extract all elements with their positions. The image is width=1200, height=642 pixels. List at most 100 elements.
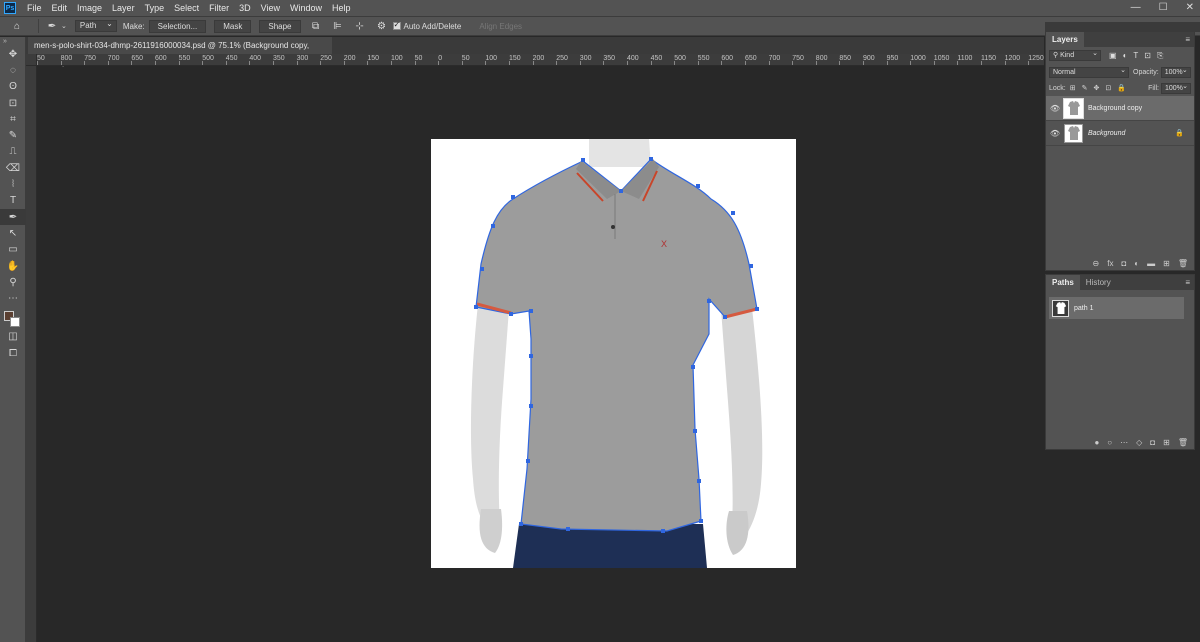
make-mask-button[interactable]: Mask — [214, 19, 252, 33]
marquee-tool-icon[interactable]: ◌ — [0, 62, 26, 78]
tab-history[interactable]: History — [1080, 275, 1117, 290]
layer-style-icon[interactable]: fx — [1107, 259, 1113, 268]
menu-file[interactable]: File — [22, 3, 47, 13]
crop-tool-icon[interactable]: ⌗ — [0, 111, 26, 127]
eraser-tool-icon[interactable]: ⌫ — [0, 160, 26, 176]
ruler-tick-label: 700 — [768, 55, 781, 62]
ruler-origin[interactable] — [26, 54, 37, 66]
path-arrangement-icon[interactable]: ⊹ — [353, 19, 367, 33]
menu-3d[interactable]: 3D — [234, 3, 256, 13]
edit-toolbar-icon[interactable]: ⋯ — [0, 290, 26, 306]
close-button[interactable]: ✕ — [1186, 0, 1194, 16]
preset-chevron-icon[interactable]: ⌄ — [61, 22, 67, 30]
ruler-tick-label: 550 — [697, 55, 710, 62]
menu-edit[interactable]: Edit — [47, 3, 73, 13]
document-canvas[interactable]: X — [431, 139, 796, 568]
eyedropper-tool-icon[interactable]: ✎ — [0, 127, 26, 143]
polo-shirt-path — [475, 158, 758, 532]
new-layer-icon[interactable]: ⊞ — [1163, 259, 1170, 268]
tab-paths[interactable]: Paths — [1046, 275, 1080, 290]
object-selection-tool-icon[interactable]: ⊡ — [0, 95, 26, 111]
mannequin-neck — [589, 139, 651, 167]
tab-layers[interactable]: Layers — [1046, 32, 1084, 47]
trash-icon[interactable]: 🗑 — [1178, 438, 1188, 447]
path-selection-tool-icon[interactable]: ↖ — [0, 225, 26, 241]
pen-tool-preset-icon[interactable]: ✒ — [45, 19, 59, 33]
zoom-tool-icon[interactable]: ⚲ — [0, 274, 26, 290]
gear-icon[interactable]: ⚙ — [375, 19, 389, 33]
add-mask-icon[interactable]: ◘ — [1150, 438, 1155, 447]
visibility-eye-icon[interactable]: 👁 — [1046, 129, 1064, 138]
ruler-tick — [815, 61, 817, 65]
maximize-button[interactable]: ☐ — [1159, 0, 1168, 16]
ruler-tick-label: 450 — [225, 55, 238, 62]
kind-filter-value: Kind — [1060, 52, 1075, 59]
opacity-input[interactable]: 100% — [1160, 66, 1191, 78]
ruler-tick-label: 600 — [155, 55, 167, 62]
new-group-icon[interactable]: ▬ — [1147, 259, 1155, 268]
screen-mode-icon[interactable]: ⧠ — [0, 345, 26, 361]
path-alignment-icon[interactable]: ⊫ — [331, 19, 345, 33]
panel-menu-icon[interactable]: ≡ — [1185, 32, 1194, 47]
collapse-toolbar-icon[interactable]: » — [0, 37, 25, 46]
vertical-ruler[interactable] — [26, 66, 37, 642]
kind-filter-select[interactable]: ⚲ Kind — [1049, 49, 1101, 61]
ruler-tick — [414, 61, 416, 65]
rectangle-tool-icon[interactable]: ▭ — [0, 242, 26, 258]
smart-object-filter-icon[interactable]: ⎘ — [1157, 51, 1163, 61]
ruler-tick — [225, 61, 227, 65]
canvas-area[interactable]: X — [37, 67, 1044, 642]
background-color-swatch[interactable] — [10, 316, 20, 327]
type-filter-icon[interactable]: T — [1133, 51, 1138, 61]
ruler-tick — [792, 61, 794, 65]
ruler-tick — [532, 61, 534, 65]
ruler-tick — [155, 61, 156, 65]
load-selection-icon[interactable]: ⋯ — [1120, 438, 1128, 447]
path-operations-icon[interactable]: ⧉ — [309, 19, 323, 33]
pixel-filter-icon[interactable]: ▣ — [1109, 51, 1117, 61]
horizontal-ruler[interactable]: 50 800 750 700 650 600 550 500 450 400 350 300 250 20… — [37, 54, 1044, 66]
panel-menu-icon[interactable]: ≡ — [1185, 275, 1194, 290]
stroke-path-icon[interactable]: ○ — [1107, 438, 1112, 447]
quick-mask-icon[interactable]: ◫ — [0, 329, 26, 345]
fill-path-icon[interactable]: ● — [1094, 438, 1099, 447]
menu-type[interactable]: Type — [140, 3, 170, 13]
make-shape-button[interactable]: Shape — [259, 19, 301, 33]
menu-filter[interactable]: Filter — [204, 3, 234, 13]
auto-add-delete-checkbox[interactable] — [392, 20, 401, 30]
blend-mode-select[interactable]: Normal — [1049, 66, 1129, 78]
layer-row[interactable]: 👁 Background 🔒 — [1046, 121, 1194, 146]
adjustment-filter-icon[interactable]: ◐ — [1123, 51, 1128, 61]
link-layers-icon[interactable]: ⊖ — [1093, 259, 1100, 268]
minimize-button[interactable]: — — [1131, 0, 1141, 16]
move-tool-icon[interactable]: ✥ — [0, 46, 26, 62]
brush-tool-icon[interactable]: ⎍ — [0, 144, 26, 160]
visibility-eye-icon[interactable]: 👁 — [1046, 104, 1064, 113]
tool-mode-select[interactable]: Path — [74, 19, 117, 32]
menu-help[interactable]: Help — [327, 3, 356, 13]
adjustment-layer-icon[interactable]: ◐ — [1134, 259, 1139, 268]
menu-image[interactable]: Image — [72, 3, 107, 13]
type-tool-icon[interactable]: T — [0, 193, 26, 209]
pen-tool-icon[interactable]: ✒ — [0, 208, 26, 226]
path-row[interactable]: path 1 — [1049, 297, 1184, 319]
add-mask-icon[interactable]: ◘ — [1121, 259, 1126, 268]
hand-tool-icon[interactable]: ✋ — [0, 258, 26, 274]
shape-filter-icon[interactable]: ⊡ — [1144, 51, 1151, 61]
make-work-path-icon[interactable]: ◇ — [1136, 438, 1142, 447]
lock-options-icons[interactable]: ⊞✎✥⊡🔒 — [1070, 84, 1132, 92]
menu-window[interactable]: Window — [285, 3, 327, 13]
home-icon[interactable]: ⌂ — [10, 19, 24, 33]
gradient-tool-icon[interactable]: ⦚ — [0, 176, 26, 192]
fill-input[interactable]: 100% — [1161, 82, 1191, 94]
menu-select[interactable]: Select — [169, 3, 204, 13]
layer-row[interactable]: 👁 Background copy — [1046, 96, 1194, 121]
trash-icon[interactable]: 🗑 — [1178, 259, 1188, 268]
new-path-icon[interactable]: ⊞ — [1163, 438, 1170, 447]
menu-view[interactable]: View — [256, 3, 285, 13]
menu-layer[interactable]: Layer — [107, 3, 140, 13]
lasso-tool-icon[interactable]: ʘ — [0, 79, 26, 95]
ruler-tick-label: 600 — [721, 55, 734, 62]
document-tab[interactable]: men-s-polo-shirt-034-dhmp-2611916000034.… — [28, 37, 332, 67]
make-selection-button[interactable]: Selection... — [148, 19, 207, 33]
